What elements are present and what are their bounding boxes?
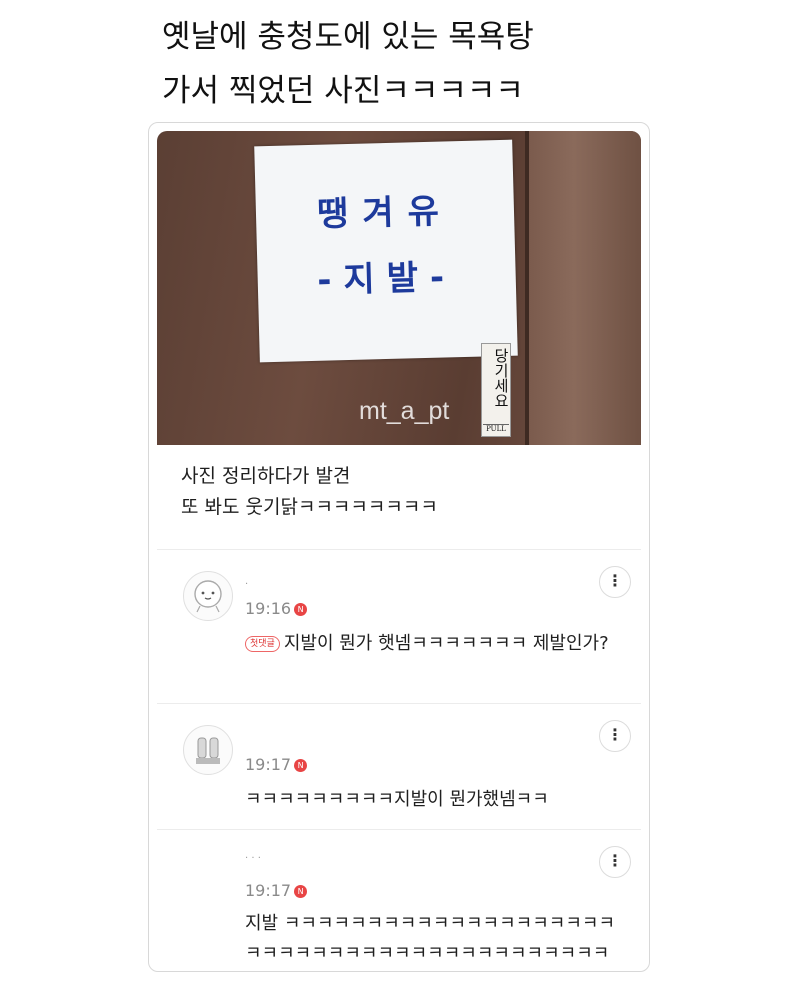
comment-time: 19:17 N (245, 881, 308, 900)
post-headline: 옛날에 충청도에 있는 목욕탕 가서 찍었던 사진ㅋㅋㅋㅋㅋ (162, 10, 782, 118)
comment-time-text: 19:17 (245, 755, 292, 774)
comment-time: 19:17 N (245, 755, 308, 774)
new-badge-icon: N (294, 759, 308, 772)
post-caption: 사진 정리하다가 발견 또 봐도 웃기닭ㅋㅋㅋㅋㅋㅋㅋㅋ (181, 461, 438, 523)
new-badge-icon: N (294, 603, 308, 616)
pull-sign-english: PULL (483, 424, 509, 433)
comment-author[interactable]: · (245, 579, 248, 590)
headline-line-2: 가서 찍었던 사진ㅋㅋㅋㅋㅋ (162, 73, 524, 109)
comment-time-text: 19:16 (245, 599, 292, 618)
comment-body: 지발 ㅋㅋㅋㅋㅋㅋㅋㅋㅋㅋㅋㅋㅋㅋㅋㅋㅋㅋㅋㅋㅋㅋㅋㅋㅋㅋㅋㅋㅋㅋㅋㅋㅋㅋㅋㅋㅋ… (245, 913, 616, 964)
caption-line-2: 또 봐도 웃기닭ㅋㅋㅋㅋㅋㅋㅋㅋ (181, 496, 438, 518)
post-card: 땡겨유 -지발- 당기세요 PULL mt_a_pt 사진 정리하다가 발견 또… (148, 122, 650, 972)
avatar[interactable] (183, 725, 233, 775)
comment-body: ㅋㅋㅋㅋㅋㅋㅋㅋㅋ지발이 뭔가했넴ㅋㅋ (245, 789, 549, 810)
pull-sign-korean: 당기세요 (492, 348, 510, 408)
comment-time: 19:16 N (245, 599, 308, 618)
paper-notice: 땡겨유 -지발- (254, 139, 518, 363)
comment-item: 19:17 N ㅋㅋㅋㅋㅋㅋㅋㅋㅋ지발이 뭔가했넴ㅋㅋ ⋮ (149, 703, 649, 829)
first-comment-tag: 첫댓글 (245, 636, 280, 652)
door-seam (525, 131, 529, 445)
user-figures-icon (196, 737, 220, 764)
comment-text: 첫댓글 지발이 뭔가 햇넴ㅋㅋㅋㅋㅋㅋㅋ 제발인가? (245, 629, 629, 659)
pull-sign: 당기세요 PULL (481, 343, 511, 437)
photo-watermark: mt_a_pt (359, 397, 450, 425)
comment-item: · 19:16 N 첫댓글 지발이 뭔가 햇넴ㅋㅋㅋㅋㅋㅋㅋ 제발인가? ⋮ (149, 549, 649, 703)
comment-text: ㅋㅋㅋㅋㅋㅋㅋㅋㅋ지발이 뭔가했넴ㅋㅋ (245, 785, 629, 815)
headline-line-1: 옛날에 충청도에 있는 목욕탕 (162, 19, 534, 55)
new-badge-icon: N (294, 885, 308, 898)
more-options-button[interactable]: ⋮ (599, 846, 631, 878)
user-face-icon (194, 580, 222, 613)
comment-author[interactable]: · · · (245, 853, 261, 864)
more-options-button[interactable]: ⋮ (599, 566, 631, 598)
comment-time-text: 19:17 (245, 881, 292, 900)
notice-line-2: -지발- (316, 257, 457, 301)
comment-item: · · · 19:17 N 지발 ㅋㅋㅋㅋㅋㅋㅋㅋㅋㅋㅋㅋㅋㅋㅋㅋㅋㅋㅋㅋㅋㅋㅋㅋ… (149, 829, 649, 969)
more-vertical-icon: ⋮ (607, 851, 623, 870)
more-vertical-icon: ⋮ (607, 571, 623, 590)
comment-body: 지발이 뭔가 햇넴ㅋㅋㅋㅋㅋㅋㅋ 제발인가? (283, 633, 609, 654)
wall-panel (529, 131, 641, 445)
caption-line-1: 사진 정리하다가 발견 (181, 465, 351, 487)
notice-line-1: 땡겨유 (316, 191, 454, 235)
comment-text: 지발 ㅋㅋㅋㅋㅋㅋㅋㅋㅋㅋㅋㅋㅋㅋㅋㅋㅋㅋㅋㅋㅋㅋㅋㅋㅋㅋㅋㅋㅋㅋㅋㅋㅋㅋㅋㅋㅋ… (245, 909, 629, 969)
more-vertical-icon: ⋮ (607, 725, 623, 744)
avatar[interactable] (183, 571, 233, 621)
more-options-button[interactable]: ⋮ (599, 720, 631, 752)
post-photo[interactable]: 땡겨유 -지발- 당기세요 PULL mt_a_pt (157, 131, 641, 445)
